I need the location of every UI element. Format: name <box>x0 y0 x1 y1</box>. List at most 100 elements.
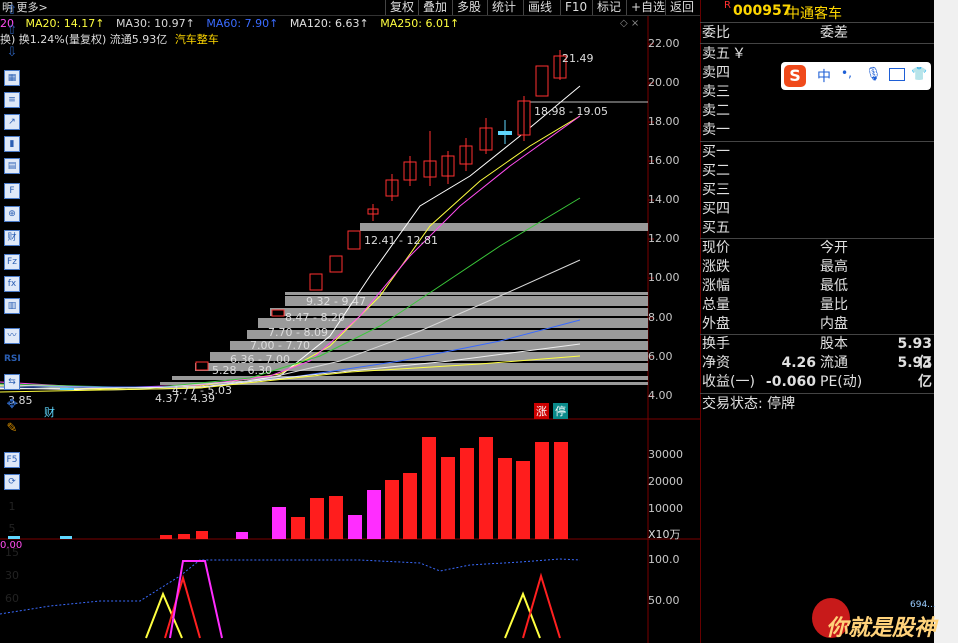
price-tick: 18.00 <box>648 115 680 128</box>
limit-up-tag[interactable]: 涨 <box>534 403 549 419</box>
formula-icon[interactable]: fx <box>4 276 20 292</box>
period-30[interactable]: 30 <box>0 569 24 582</box>
quote-label: 今开 <box>820 240 848 256</box>
indicator-tick: 50.00 <box>648 594 680 607</box>
volume-tick: 30000 <box>648 448 683 461</box>
rsi-icon[interactable]: RSI <box>4 352 21 368</box>
range-label: 7.70 - 8.09 <box>268 326 328 339</box>
range-label: 4.37 - 4.39 <box>155 392 215 405</box>
mic-icon[interactable]: 🎙 <box>865 67 882 82</box>
volume-bars <box>8 437 568 539</box>
stat-value: 4.26 <box>781 355 816 371</box>
move-icon[interactable]: ✥ <box>4 398 20 414</box>
skin-icon[interactable]: 👕 <box>911 67 927 82</box>
period-1[interactable]: 1 <box>0 500 24 513</box>
range-label: 5.28 - 6.30 <box>212 364 272 377</box>
price-tick: 4.00 <box>648 389 673 402</box>
kline-icon[interactable]: ▮ <box>4 136 20 152</box>
sell1-label: 卖一 <box>702 122 730 138</box>
weicha-label: 委差 <box>820 25 848 41</box>
sell5-label: 卖五 <box>702 46 730 62</box>
keyboard-icon[interactable] <box>889 68 905 81</box>
stats-button[interactable]: 统计 <box>487 0 520 15</box>
watermark-text: 你就是股神 <box>826 616 937 641</box>
sell2-label: 卖二 <box>702 103 730 119</box>
quote-label: 外盘 <box>702 316 730 332</box>
fuquan-button[interactable]: 复权 <box>385 0 418 15</box>
grid-icon[interactable]: ▦ <box>4 70 20 86</box>
watermark-sub: 694... <box>910 600 936 610</box>
line-icon[interactable]: 〰 <box>4 328 20 344</box>
stat-label: 收益(一) <box>702 374 755 390</box>
stat-value: 5.93亿 <box>897 355 932 390</box>
sell3-label: 卖三 <box>702 84 730 100</box>
quote-label: 涨幅 <box>702 278 730 294</box>
period-15[interactable]: 15 <box>0 546 24 559</box>
period-60[interactable]: 60 <box>0 592 24 605</box>
price-tick: 22.00 <box>648 37 680 50</box>
f10-icon[interactable]: F <box>4 183 20 199</box>
multi-stock-button[interactable]: 多股 <box>452 0 485 15</box>
table-icon[interactable]: ▤ <box>4 158 20 174</box>
high-label: 21.49 <box>562 52 594 65</box>
range-label: 12.41 - 12.81 <box>364 234 438 247</box>
suspend-tag[interactable]: 停 <box>553 403 568 419</box>
ime-toolbar[interactable]: S 中 •, 🎙 👕 <box>781 62 931 90</box>
range-label: 9.32 - 9.47 <box>306 295 366 308</box>
arrow-up-icon[interactable]: ⇧ <box>4 24 20 40</box>
arrow-down-icon[interactable]: ⇩ <box>4 46 20 62</box>
quote-label: 现价 <box>702 240 730 256</box>
r-mark: R <box>724 0 731 11</box>
quote-label: 总量 <box>702 297 730 313</box>
finance-tag[interactable]: 财 <box>44 404 55 420</box>
right-sidebar <box>934 0 958 643</box>
draw-line-button[interactable]: 画线 <box>523 0 556 15</box>
price-tick: 6.00 <box>648 350 673 363</box>
ime-mode-label[interactable]: 中 <box>817 66 831 86</box>
sogou-logo-icon: S <box>784 65 806 87</box>
list-icon[interactable]: ≡ <box>4 92 20 108</box>
volume-unit: X10万 <box>648 528 681 541</box>
fz-icon[interactable]: Fz <box>4 254 20 270</box>
price-tick: 10.00 <box>648 271 680 284</box>
range-label: 18.98 - 19.05 <box>534 105 608 118</box>
price-tick: 14.00 <box>648 193 680 206</box>
quote-label: 最低 <box>820 278 848 294</box>
range-label: 7.00 - 7.70 <box>250 339 310 352</box>
volume-tick: 10000 <box>648 502 683 515</box>
stat-label: 股本 <box>820 336 848 352</box>
f5-icon[interactable]: F5 <box>4 452 20 468</box>
compare-icon[interactable]: ⇆ <box>4 374 20 390</box>
quote-label: 涨跌 <box>702 259 730 275</box>
price-tick: 8.00 <box>648 311 673 324</box>
buy3-label: 买三 <box>702 182 730 198</box>
mark-button[interactable]: 标记 <box>592 0 625 15</box>
buy5-label: 买五 <box>702 220 730 236</box>
refresh-icon[interactable]: ⟳ <box>4 474 20 490</box>
period-5[interactable]: 5 <box>0 522 24 535</box>
quote-label: 内盘 <box>820 316 848 332</box>
stat-value: -0.060 <box>765 374 816 390</box>
buy4-label: 买四 <box>702 201 730 217</box>
pencil-icon[interactable]: ✎ <box>4 422 20 438</box>
stat-label: 换手 <box>702 336 730 352</box>
price-tick: 20.00 <box>648 76 680 89</box>
arrow-up-icon[interactable]: ⇧ <box>4 4 20 20</box>
f10-button[interactable]: F10 <box>560 0 591 15</box>
punct-icon[interactable]: •, <box>841 66 852 80</box>
chart-icon[interactable]: ▥ <box>4 298 20 314</box>
trade-status: 交易状态: 停牌 <box>702 396 796 412</box>
add-watchlist-button[interactable]: +自选 <box>626 0 669 15</box>
back-button[interactable]: 返回 <box>665 0 698 15</box>
overlay-button[interactable]: 叠加 <box>418 0 451 15</box>
price-tick: 12.00 <box>648 232 680 245</box>
buy1-label: 买一 <box>702 144 730 160</box>
finance-icon[interactable]: 财 <box>4 230 20 246</box>
trend-icon[interactable]: ↗ <box>4 114 20 130</box>
indicator-tick: 100.0 <box>648 553 680 566</box>
weibi-label: 委比 <box>702 25 730 41</box>
stock-code: 000957 <box>733 3 792 19</box>
quote-label: 量比 <box>820 297 848 313</box>
zoom-icon[interactable]: ⊕ <box>4 206 20 222</box>
yen-unit: ￥ <box>732 46 746 62</box>
